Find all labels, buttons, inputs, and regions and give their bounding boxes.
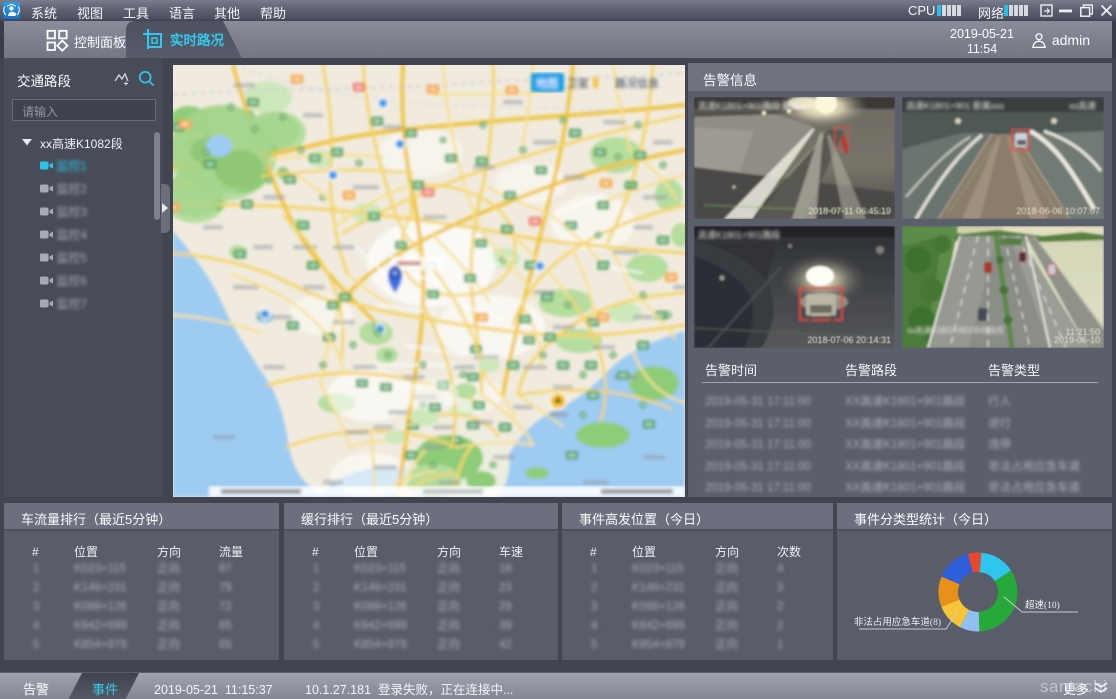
svg-text:路况信息: 路况信息: [615, 75, 659, 91]
svg-text:地图: 地图: [536, 75, 558, 91]
svg-text:非法占用应急车道(8): 非法占用应急车道(8): [854, 614, 941, 628]
svg-text:卫星: 卫星: [567, 75, 589, 91]
svg-text:超速(10): 超速(10): [1025, 597, 1060, 611]
